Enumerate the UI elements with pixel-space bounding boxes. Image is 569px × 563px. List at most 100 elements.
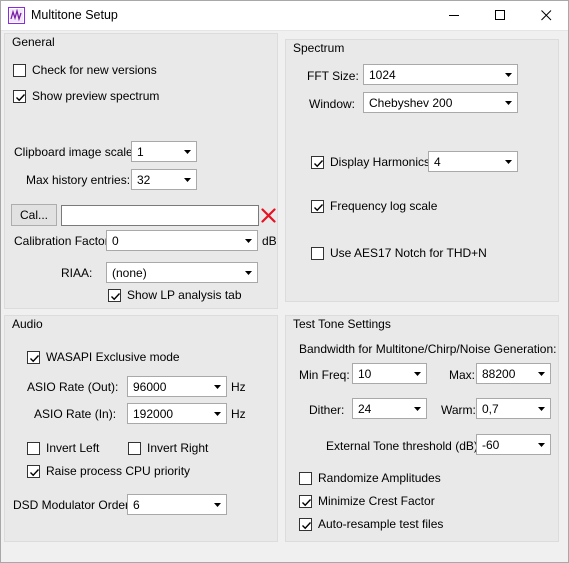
asio-out-select[interactable]: 96000 [127, 376, 227, 397]
calibration-factor-select[interactable]: 0 [106, 230, 258, 251]
chevron-down-icon[interactable] [533, 399, 550, 418]
checkbox-box[interactable] [299, 494, 312, 508]
clipboard-scale-select[interactable]: 1 [131, 141, 197, 162]
title-bar[interactable]: Multitone Setup [0, 0, 569, 31]
clear-calibration-icon[interactable] [261, 208, 276, 223]
harmonics-count-select[interactable]: 4 [428, 151, 518, 172]
show-lp-checkbox[interactable]: Show LP analysis tab [108, 288, 242, 302]
check-icon [314, 203, 324, 211]
wasapi-exclusive-checkbox[interactable]: WASAPI Exclusive mode [27, 350, 180, 364]
calibration-file-input[interactable] [61, 205, 259, 226]
check-icon [30, 354, 40, 362]
checkbox-box[interactable] [108, 288, 121, 302]
checkbox-label: Minimize Crest Factor [318, 494, 435, 508]
check-icon [16, 93, 26, 101]
riaa-label: RIAA: [61, 266, 93, 280]
chevron-down-icon[interactable] [240, 263, 257, 282]
fft-size-select[interactable]: 1024 [363, 64, 518, 85]
checkbox-box[interactable] [27, 350, 40, 364]
check-icon [30, 468, 40, 476]
chevron-down-icon[interactable] [409, 399, 426, 418]
minimize-button[interactable] [431, 0, 477, 31]
dsd-order-label: DSD Modulator Order: [13, 498, 133, 512]
checkbox-box[interactable] [311, 246, 324, 260]
select-value: 10 [358, 367, 372, 381]
maximize-button[interactable] [477, 0, 523, 31]
chevron-down-icon[interactable] [500, 152, 517, 171]
close-button[interactable] [523, 0, 569, 31]
checkbox-box[interactable] [299, 471, 312, 485]
dither-select[interactable]: 24 [352, 398, 427, 419]
select-value: 88200 [482, 367, 516, 381]
select-value: 0 [112, 234, 119, 248]
raise-cpu-checkbox[interactable]: Raise process CPU priority [27, 464, 190, 478]
frequency-log-checkbox[interactable]: Frequency log scale [311, 199, 437, 213]
auto-resample-checkbox[interactable]: Auto-resample test files [299, 517, 443, 531]
chevron-down-icon[interactable] [179, 170, 196, 189]
chevron-down-icon[interactable] [533, 435, 550, 454]
randomize-amplitudes-checkbox[interactable]: Randomize Amplitudes [299, 471, 441, 485]
checkbox-box[interactable] [311, 155, 324, 169]
checkbox-box[interactable] [128, 441, 141, 455]
checkbox-box[interactable] [299, 517, 312, 531]
chevron-down-icon[interactable] [209, 495, 226, 514]
check-versions-checkbox[interactable]: Check for new versions [13, 63, 157, 77]
chevron-down-icon[interactable] [240, 231, 257, 250]
select-value: 1024 [369, 68, 396, 82]
display-harmonics-checkbox[interactable]: Display Harmonics [311, 155, 430, 169]
test-tone-group-title: Test Tone Settings [293, 317, 391, 331]
checkbox-box[interactable] [13, 63, 26, 77]
checkbox-label: Check for new versions [32, 63, 157, 77]
min-freq-select[interactable]: 10 [352, 363, 427, 384]
select-value: Chebyshev 200 [369, 96, 453, 110]
checkbox-label: Invert Right [147, 441, 209, 455]
window-function-select[interactable]: Chebyshev 200 [363, 92, 518, 113]
dsd-order-select[interactable]: 6 [127, 494, 227, 515]
chevron-down-icon[interactable] [500, 65, 517, 84]
checkbox-box[interactable] [13, 89, 26, 103]
select-value: 6 [133, 498, 140, 512]
select-value: 96000 [133, 380, 167, 394]
chevron-down-icon[interactable] [409, 364, 426, 383]
warm-label: Warm: [441, 403, 476, 417]
minimize-crest-checkbox[interactable]: Minimize Crest Factor [299, 494, 435, 508]
asio-out-label: ASIO Rate (Out): [27, 380, 119, 394]
checkbox-label: Invert Left [46, 441, 100, 455]
checkbox-box[interactable] [311, 199, 324, 213]
chevron-down-icon[interactable] [179, 142, 196, 161]
spectrum-group-title: Spectrum [293, 41, 345, 55]
window-function-label: Window: [309, 97, 356, 111]
max-freq-label: Max: [449, 368, 476, 382]
ext-threshold-label: External Tone threshold (dB): [326, 439, 482, 453]
audio-group-title: Audio [12, 317, 43, 331]
calibration-file-button[interactable]: Cal... [11, 204, 57, 226]
min-freq-label: Min Freq: [299, 368, 350, 382]
show-preview-checkbox[interactable]: Show preview spectrum [13, 89, 159, 103]
invert-left-checkbox[interactable]: Invert Left [27, 441, 99, 455]
warm-select[interactable]: 0,7 [476, 398, 551, 419]
asio-out-unit: Hz [231, 380, 246, 394]
riaa-select[interactable]: (none) [106, 262, 258, 283]
max-history-label: Max history entries: [26, 173, 131, 187]
checkbox-label: Raise process CPU priority [46, 464, 191, 478]
max-history-select[interactable]: 32 [131, 169, 197, 190]
checkbox-box[interactable] [27, 464, 40, 478]
chevron-down-icon[interactable] [209, 377, 226, 396]
aes17-checkbox[interactable]: Use AES17 Notch for THD+N [311, 246, 487, 260]
max-freq-select[interactable]: 88200 [476, 363, 551, 384]
chevron-down-icon[interactable] [209, 404, 226, 423]
checkbox-box[interactable] [27, 441, 40, 455]
asio-in-label: ASIO Rate (In): [34, 407, 117, 421]
ext-threshold-select[interactable]: -60 [476, 434, 551, 455]
fft-size-label: FFT Size: [307, 69, 359, 83]
select-value: 24 [358, 402, 372, 416]
bandwidth-label: Bandwidth for Multitone/Chirp/Noise Gene… [299, 342, 557, 356]
checkbox-label: Use AES17 Notch for THD+N [330, 246, 487, 260]
select-value: 0,7 [482, 402, 499, 416]
invert-right-checkbox[interactable]: Invert Right [128, 441, 208, 455]
calibration-factor-label: Calibration Factor: [14, 234, 113, 248]
chevron-down-icon[interactable] [500, 93, 517, 112]
chevron-down-icon[interactable] [533, 364, 550, 383]
select-value: -60 [482, 438, 500, 452]
asio-in-select[interactable]: 192000 [127, 403, 227, 424]
